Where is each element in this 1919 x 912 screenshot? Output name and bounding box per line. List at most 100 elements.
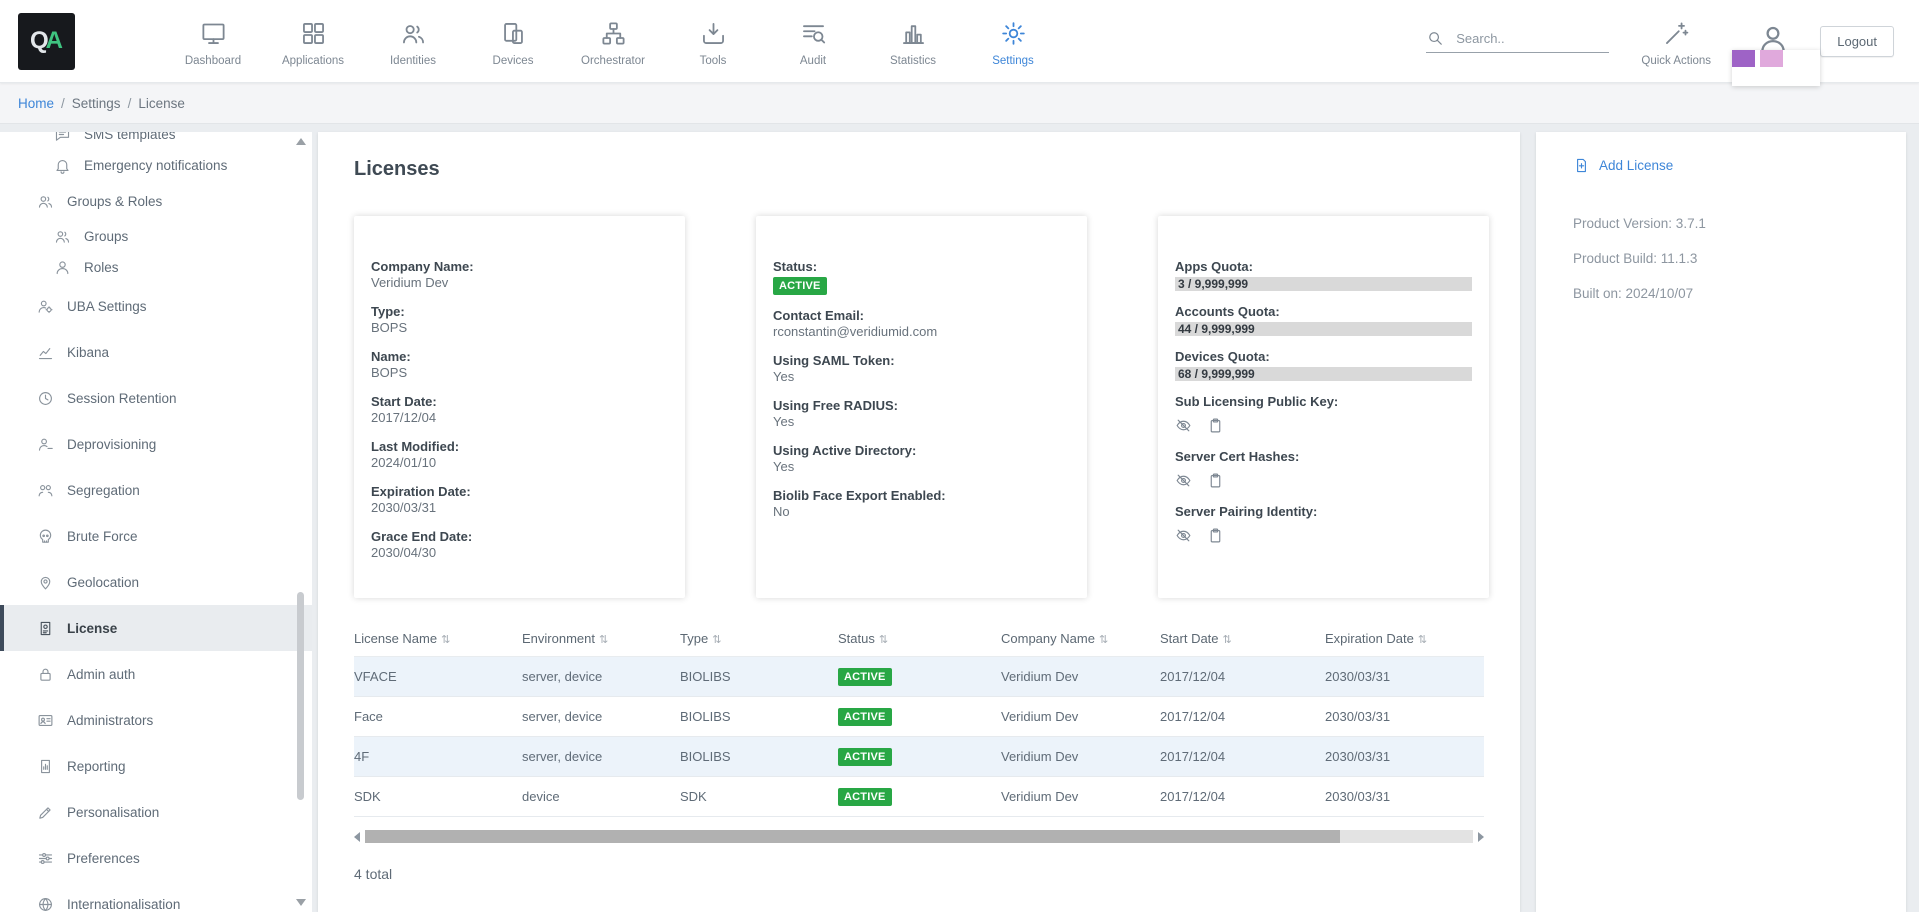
sidebar-item-emergency-notifications[interactable]: Emergency notifications bbox=[0, 150, 312, 181]
nav-item-label: Orchestrator bbox=[581, 55, 645, 67]
user-gear-icon bbox=[37, 298, 54, 315]
list-search-icon bbox=[800, 20, 827, 47]
add-license-label: Add License bbox=[1599, 158, 1673, 173]
sidebar-item-geolocation[interactable]: Geolocation bbox=[0, 559, 312, 605]
content-area: SMS templates Emergency notifications Gr… bbox=[0, 132, 1919, 912]
clipboard-copy-icon[interactable] bbox=[1207, 417, 1224, 434]
sidebar-item-personalisation[interactable]: Personalisation bbox=[0, 789, 312, 835]
apps-quota-bar: 3 / 9,999,999 bbox=[1175, 277, 1472, 291]
built-on: Built on: 2024/10/07 bbox=[1573, 286, 1886, 301]
wand-icon bbox=[1663, 20, 1690, 47]
sidebar-item-preferences[interactable]: Preferences bbox=[0, 835, 312, 881]
sidebar-scroll-up-arrow[interactable] bbox=[296, 138, 306, 145]
globe-icon bbox=[37, 896, 54, 912]
col-header-status[interactable]: Status⇅ bbox=[838, 625, 1001, 657]
sidebar-scroll-down-arrow[interactable] bbox=[296, 899, 306, 906]
sidebar-item-kibana[interactable]: Kibana bbox=[0, 329, 312, 375]
table-row[interactable]: SDK device SDK ACTIVE Veridium Dev 2017/… bbox=[354, 777, 1484, 817]
sidebar-item-roles[interactable]: Roles bbox=[0, 252, 312, 283]
eye-off-icon[interactable] bbox=[1175, 527, 1192, 544]
sidebar-item-segregation[interactable]: Segregation bbox=[0, 467, 312, 513]
sidebar-item-label: Internationalisation bbox=[67, 897, 180, 912]
field-active-directory: Using Active Directory: Yes bbox=[773, 443, 1070, 475]
col-header-start-date[interactable]: Start Date⇅ bbox=[1160, 625, 1325, 657]
eye-off-icon[interactable] bbox=[1175, 417, 1192, 434]
sidebar-item-license[interactable]: License bbox=[0, 605, 312, 651]
sidebar-scrollbar-thumb[interactable] bbox=[297, 592, 304, 800]
scroll-right-arrow[interactable] bbox=[1478, 832, 1484, 842]
sidebar-item-label: UBA Settings bbox=[67, 299, 147, 314]
breadcrumb-current: License bbox=[138, 96, 185, 111]
sidebar-item-administrators[interactable]: Administrators bbox=[0, 697, 312, 743]
sidebar-item-label: Segregation bbox=[67, 483, 140, 498]
col-header-type[interactable]: Type⇅ bbox=[680, 625, 838, 657]
sidebar-item-reporting[interactable]: Reporting bbox=[0, 743, 312, 789]
sidebar-item-brute-force[interactable]: Brute Force bbox=[0, 513, 312, 559]
color-picker-popup bbox=[1732, 50, 1820, 86]
nav-item-audit[interactable]: Audit bbox=[763, 16, 863, 67]
breadcrumb-settings-link[interactable]: Settings bbox=[72, 96, 121, 111]
nav-item-label: Audit bbox=[800, 55, 826, 67]
sort-icon: ⇅ bbox=[1223, 634, 1232, 646]
sidebar-item-session-retention[interactable]: Session Retention bbox=[0, 375, 312, 421]
search-input[interactable] bbox=[1454, 30, 1604, 47]
sidebar-item-label: Admin auth bbox=[67, 667, 135, 682]
nav-item-label: Identities bbox=[390, 55, 436, 67]
status-badge: ACTIVE bbox=[838, 668, 892, 686]
sidebar-item-uba-settings[interactable]: UBA Settings bbox=[0, 283, 312, 329]
color-swatch-purple[interactable] bbox=[1732, 50, 1755, 67]
nav-item-applications[interactable]: Applications bbox=[263, 16, 363, 67]
table-row[interactable]: Face server, device BIOLIBS ACTIVE Verid… bbox=[354, 697, 1484, 737]
logout-button[interactable]: Logout bbox=[1820, 26, 1894, 57]
users-icon bbox=[400, 20, 427, 47]
add-license-button[interactable]: Add License bbox=[1573, 157, 1886, 174]
field-grace-end-date: Grace End Date: 2030/04/30 bbox=[371, 529, 668, 561]
sidebar-item-internationalisation[interactable]: Internationalisation bbox=[0, 881, 312, 912]
nav-item-identities[interactable]: Identities bbox=[363, 16, 463, 67]
brand-logo[interactable]: Q A bbox=[18, 13, 75, 70]
nav-item-dashboard[interactable]: Dashboard bbox=[163, 16, 263, 67]
table-row[interactable]: 4F server, device BIOLIBS ACTIVE Veridiu… bbox=[354, 737, 1484, 777]
nav-item-devices[interactable]: Devices bbox=[463, 16, 563, 67]
grid-icon bbox=[300, 20, 327, 47]
sidebar-item-groups[interactable]: Groups bbox=[0, 221, 312, 252]
nav-item-tools[interactable]: Tools bbox=[663, 16, 763, 67]
nav-item-orchestrator[interactable]: Orchestrator bbox=[563, 16, 663, 67]
search-icon[interactable] bbox=[1426, 29, 1444, 47]
scrollbar-thumb[interactable] bbox=[365, 830, 1340, 843]
quota-devices: Devices Quota: 68 / 9,999,999 bbox=[1175, 349, 1472, 381]
col-header-company-name[interactable]: Company Name⇅ bbox=[1001, 625, 1160, 657]
main-navigation: Dashboard Applications Identities Device… bbox=[163, 16, 1063, 67]
license-actions-panel: Add License Product Version: 3.7.1 Produ… bbox=[1536, 132, 1906, 912]
sort-icon: ⇅ bbox=[879, 634, 888, 646]
search-box bbox=[1426, 29, 1609, 53]
sidebar-item-label: Groups bbox=[84, 229, 128, 244]
eye-off-icon[interactable] bbox=[1175, 472, 1192, 489]
nav-item-statistics[interactable]: Statistics bbox=[863, 16, 963, 67]
sidebar-item-label: Deprovisioning bbox=[67, 437, 156, 452]
clock-icon bbox=[37, 390, 54, 407]
col-header-license-name[interactable]: License Name⇅ bbox=[354, 625, 522, 657]
field-free-radius: Using Free RADIUS: Yes bbox=[773, 398, 1070, 430]
nav-right-tools: Quick Actions Logout bbox=[1426, 16, 1894, 67]
clipboard-copy-icon[interactable] bbox=[1207, 527, 1224, 544]
scrollbar-track[interactable] bbox=[365, 830, 1473, 843]
server-cert-hashes: Server Cert Hashes: bbox=[1175, 449, 1472, 489]
color-swatch-pink[interactable] bbox=[1760, 50, 1783, 67]
settings-sidebar: SMS templates Emergency notifications Gr… bbox=[0, 132, 312, 912]
quick-actions-button[interactable]: Quick Actions bbox=[1631, 16, 1721, 67]
field-company-name: Company Name: Veridium Dev bbox=[371, 259, 668, 291]
col-header-environment[interactable]: Environment⇅ bbox=[522, 625, 680, 657]
breadcrumb-home-link[interactable]: Home bbox=[18, 96, 54, 111]
sidebar-item-admin-auth[interactable]: Admin auth bbox=[0, 651, 312, 697]
scroll-left-arrow[interactable] bbox=[354, 832, 360, 842]
nav-item-settings[interactable]: Settings bbox=[963, 16, 1063, 67]
sidebar-item-sms-templates[interactable]: SMS templates bbox=[0, 132, 312, 150]
table-row[interactable]: VFACE server, device BIOLIBS ACTIVE Veri… bbox=[354, 657, 1484, 697]
col-header-expiration-date[interactable]: Expiration Date⇅ bbox=[1325, 625, 1484, 657]
pencil-icon bbox=[37, 804, 54, 821]
clipboard-copy-icon[interactable] bbox=[1207, 472, 1224, 489]
people-icon bbox=[37, 482, 54, 499]
sidebar-item-groups-roles[interactable]: Groups & Roles bbox=[0, 181, 312, 221]
sidebar-item-deprovisioning[interactable]: Deprovisioning bbox=[0, 421, 312, 467]
